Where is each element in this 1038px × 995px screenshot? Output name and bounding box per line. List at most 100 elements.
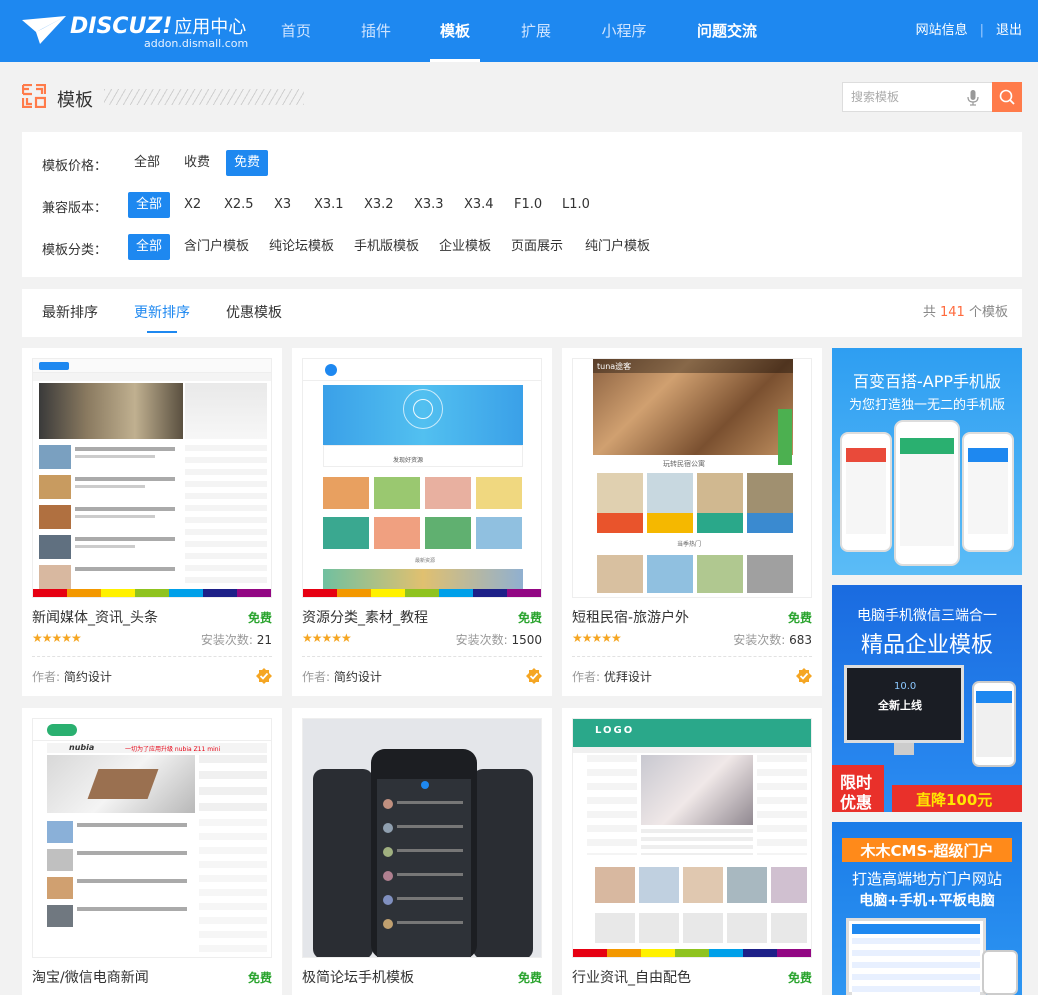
filter-version-x3-4[interactable]: X3.4 <box>456 192 502 218</box>
install-label: 安装次数: <box>733 633 786 647</box>
filter-category-enterprise[interactable]: 企业模板 <box>431 234 499 260</box>
filter-version-x2-5[interactable]: X2.5 <box>216 192 262 218</box>
rating-stars: ★★★★★ <box>32 631 82 645</box>
mic-icon[interactable] <box>967 90 979 106</box>
template-author: 作者: 优拜设计 <box>572 668 652 685</box>
template-thumbnail[interactable] <box>302 718 542 958</box>
sort-updated[interactable]: 更新排序 <box>134 289 190 337</box>
nav-miniprogram[interactable]: 小程序 <box>600 0 648 62</box>
color-swatch-bar <box>573 949 811 957</box>
phone-mockup <box>982 950 1018 995</box>
template-author: 作者: 简约设计 <box>302 668 382 685</box>
template-thumbnail[interactable]: 发现好资源 最新资源 <box>302 358 542 598</box>
template-price: 免费 <box>517 611 542 625</box>
template-name[interactable]: 淘宝/微信电商新闻 <box>32 967 149 987</box>
count-number: 141 <box>940 305 965 320</box>
author-name[interactable]: 简约设计 <box>64 670 112 684</box>
site-info-link[interactable]: 网站信息 <box>916 23 968 38</box>
ad-subtitle: 为您打造独一无二的手机版 <box>848 398 1005 413</box>
filter-price-free[interactable]: 免费 <box>226 150 269 176</box>
rating-stars: ★★★★★ <box>302 631 352 645</box>
count-prefix: 共 <box>922 305 936 320</box>
template-card[interactable]: 新闻媒体_资讯_头条 免费 ★★★★★ 安装次数: 21 作者: 简约设计 <box>22 348 282 696</box>
filter-price-all[interactable]: 全部 <box>126 150 168 176</box>
template-thumbnail[interactable]: nubia 一切为了应用升级 nubia Z11 mini <box>32 718 272 958</box>
ad-banner-app[interactable]: 百变百搭-APP手机版 为您打造独一无二的手机版 <box>832 348 1022 575</box>
filter-category-forum[interactable]: 纯论坛模板 <box>261 234 342 260</box>
promo-badge-line2: 优惠 <box>840 793 873 812</box>
template-card[interactable]: nubia 一切为了应用升级 nubia Z11 mini 淘宝/微信电商新闻 … <box>22 708 282 995</box>
template-price: 免费 <box>247 971 272 985</box>
card-divider <box>302 656 542 657</box>
filter-price-paid[interactable]: 收费 <box>176 150 218 176</box>
sort-discount[interactable]: 优惠模板 <box>226 289 282 337</box>
author-name[interactable]: 简约设计 <box>334 670 382 684</box>
author-name[interactable]: 优拜设计 <box>604 670 652 684</box>
filter-category-mobile[interactable]: 手机版模板 <box>346 234 427 260</box>
template-grid-icon <box>22 84 46 108</box>
color-swatch-bar <box>303 589 541 597</box>
card-divider <box>32 656 272 657</box>
thumb-section-title: 玩转民宿公寓 <box>663 460 705 468</box>
template-name[interactable]: 极简论坛手机模板 <box>302 967 414 987</box>
screen-version: 10.0 <box>894 681 917 692</box>
nav-extensions[interactable]: 扩展 <box>520 0 552 62</box>
author-label: 作者: <box>32 670 61 684</box>
template-count: 共 141 个模板 <box>923 289 1008 337</box>
template-name[interactable]: 新闻媒体_资讯_头条 <box>32 607 158 627</box>
search-icon <box>999 89 1015 105</box>
template-thumbnail[interactable]: LOGO <box>572 718 812 958</box>
logo-text: DISCUZ! 应用中心 <box>70 14 247 39</box>
ad-subtitle: 精品企业模板 <box>860 633 993 658</box>
filter-version-l1-0[interactable]: L1.0 <box>554 192 598 218</box>
filter-version-all[interactable]: 全部 <box>128 192 171 218</box>
thumb-brand: tuna途客 <box>597 362 632 371</box>
install-count: 安装次数: 1500 <box>456 631 542 648</box>
page-title-row: 模板 <box>22 80 1022 114</box>
filter-version-f1-0[interactable]: F1.0 <box>506 192 550 218</box>
sort-updated-label: 更新排序 <box>134 305 190 321</box>
ad-title: 电脑手机微信三端合一 <box>857 608 997 624</box>
color-swatch-bar <box>33 589 271 597</box>
filter-version-x3[interactable]: X3 <box>266 192 299 218</box>
sort-newest[interactable]: 最新排序 <box>42 289 98 337</box>
install-number: 683 <box>789 633 812 647</box>
thumb-section-title-2: 当季热门 <box>677 541 702 548</box>
template-name[interactable]: 资源分类_素材_教程 <box>302 607 428 627</box>
template-price: 免费 <box>787 971 812 985</box>
nav-home[interactable]: 首页 <box>280 0 312 62</box>
filter-version-x2[interactable]: X2 <box>176 192 209 218</box>
logout-link[interactable]: 退出 <box>996 23 1022 38</box>
filter-category-pure-portal[interactable]: 纯门户模板 <box>577 234 658 260</box>
template-price: 免费 <box>247 611 272 625</box>
search-input[interactable] <box>851 83 961 111</box>
ad-banner-enterprise[interactable]: 电脑手机微信三端合一 精品企业模板 10.0 全新上线 限时 优惠 直降100元 <box>832 585 1022 812</box>
template-thumbnail[interactable] <box>32 358 272 598</box>
template-card[interactable]: 发现好资源 最新资源 资源分类_素材_教程 免费 ★★★★★ 安装次数: 150… <box>292 348 552 696</box>
filter-version-x3-1[interactable]: X3.1 <box>306 192 352 218</box>
site-logo[interactable]: DISCUZ! 应用中心 addon.dismall.com <box>22 10 248 52</box>
template-card[interactable]: 极简论坛手机模板 免费 <box>292 708 552 995</box>
template-thumbnail[interactable]: tuna途客 玩转民宿公寓 当季热门 <box>572 358 812 598</box>
thumb-section-title: 发现好资源 <box>393 457 424 464</box>
ad-banner-cms[interactable]: 木木CMS-超级门户 打造高端地方门户网站 电脑+手机+平板电脑 <box>832 822 1022 995</box>
filter-panel: 模板价格： 全部 收费 免费 兼容版本： 全部 X2 X2.5 X3 X3.1 … <box>22 132 1022 277</box>
nav-plugins[interactable]: 插件 <box>360 0 392 62</box>
template-name[interactable]: 短租民宿-旅游户外 <box>572 607 689 627</box>
template-card[interactable]: LOGO 行业资讯_自由配色 免费 <box>562 708 822 995</box>
search-button[interactable] <box>992 82 1022 112</box>
nav-qa[interactable]: 问题交流 <box>695 0 759 62</box>
thumb-brand: nubia <box>69 743 95 752</box>
template-price: 免费 <box>517 971 542 985</box>
verified-icon <box>526 668 542 684</box>
title-decoration <box>104 89 304 105</box>
filter-category-all[interactable]: 全部 <box>128 234 171 260</box>
template-card[interactable]: tuna途客 玩转民宿公寓 当季热门 短租民宿-旅游户外 免费 ★★★★★ 安装… <box>562 348 822 696</box>
filter-version-x3-2[interactable]: X3.2 <box>356 192 402 218</box>
nav-templates[interactable]: 模板 <box>430 0 480 62</box>
template-name[interactable]: 行业资讯_自由配色 <box>572 967 691 987</box>
filter-version-x3-3[interactable]: X3.3 <box>406 192 452 218</box>
filter-category-page[interactable]: 页面展示 <box>503 234 571 260</box>
install-label: 安装次数: <box>200 633 253 647</box>
filter-category-portal[interactable]: 含门户模板 <box>176 234 257 260</box>
